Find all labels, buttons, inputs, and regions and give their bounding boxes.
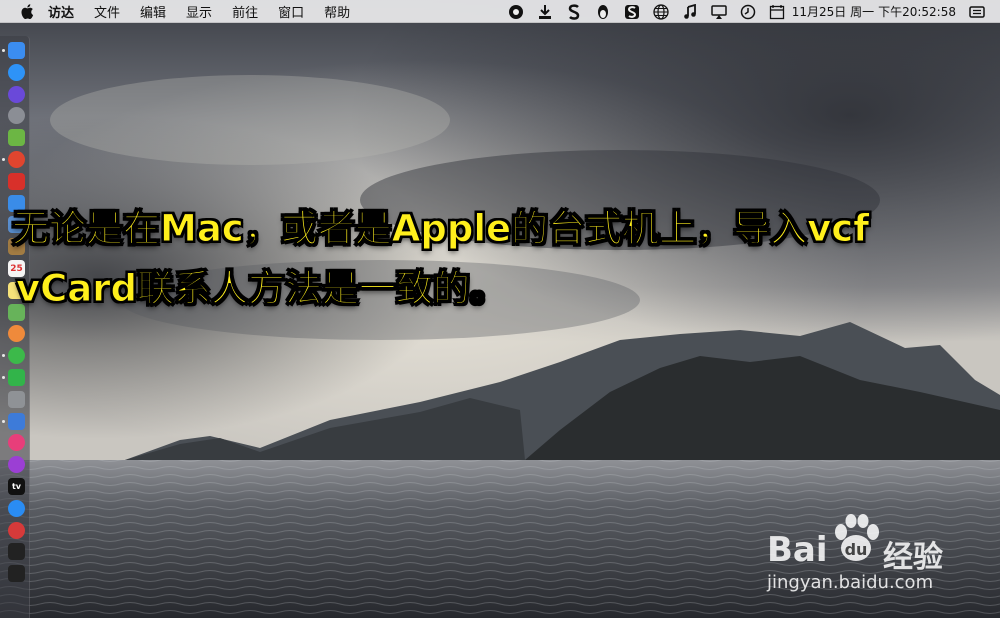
caption-line-1: 无论是在Mac，或者是Apple的台式机上，导入vcf: [11, 207, 870, 251]
podcasts-icon[interactable]: [8, 456, 25, 474]
running-indicator: [2, 354, 5, 358]
launchpad-rocket-icon[interactable]: [8, 107, 25, 125]
menu-app-finder[interactable]: 访达: [48, 2, 74, 21]
s-app-icon[interactable]: [565, 3, 583, 20]
menu-file[interactable]: 文件: [94, 2, 120, 21]
activity-monitor-icon[interactable]: [8, 565, 25, 583]
status-area: 11月25日 周一 下午20:52:58: [496, 0, 1000, 23]
safari-icon[interactable]: [8, 63, 25, 81]
itunes-icon[interactable]: [8, 434, 25, 452]
photos-icon[interactable]: [8, 325, 25, 343]
menubar-time[interactable]: 下午20:52:58: [878, 3, 956, 20]
clock-icon[interactable]: [739, 4, 757, 20]
menu-window[interactable]: 窗口: [278, 2, 304, 21]
qq-penguin-icon[interactable]: [594, 4, 612, 20]
terminal-icon[interactable]: [8, 543, 25, 561]
apple-logo-icon[interactable]: [20, 3, 34, 19]
menu-edit[interactable]: 编辑: [140, 2, 166, 21]
music-note-icon[interactable]: [681, 3, 699, 20]
running-indicator: [2, 419, 5, 423]
menu-bar: 访达 文件 编辑 显示 前往 窗口 帮助 11月25日 周一 下午20:52:5…: [0, 0, 1000, 23]
control-center-icon[interactable]: [968, 4, 986, 20]
menu-help[interactable]: 帮助: [324, 2, 350, 21]
menubar-date[interactable]: 11月25日 周一: [792, 3, 874, 20]
menu-view[interactable]: 显示: [186, 2, 212, 21]
red-app-icon[interactable]: [8, 172, 25, 190]
running-indicator: [2, 158, 5, 161]
calendar-icon[interactable]: [768, 4, 786, 20]
running-indicator: [2, 49, 5, 52]
watermark-brand-left: Bai: [767, 530, 828, 570]
apple-tv-icon[interactable]: tv: [8, 478, 25, 495]
screen-record-icon[interactable]: [507, 4, 525, 20]
vivaldi-icon[interactable]: [8, 521, 25, 539]
watermark-url: jingyan.baidu.com: [767, 572, 934, 593]
download-icon[interactable]: [536, 4, 554, 20]
running-indicator: [2, 376, 5, 379]
globe-icon[interactable]: [652, 3, 670, 20]
baidu-paw-icon: du: [835, 514, 879, 561]
menu-go[interactable]: 前往: [232, 2, 258, 21]
keynote-icon[interactable]: [8, 412, 25, 430]
system-preferences-icon[interactable]: [8, 390, 25, 408]
baidu-jingyan-watermark: Bai du 经验 jingyan.baidu.com: [765, 508, 965, 598]
siri-icon[interactable]: [8, 85, 25, 103]
watermark-brand-right: 经验: [883, 540, 943, 575]
sogou-s-icon[interactable]: [623, 4, 641, 20]
chrome-icon[interactable]: [8, 151, 25, 168]
app-store-icon[interactable]: [8, 499, 25, 517]
finder-icon[interactable]: [8, 42, 25, 59]
android-icon[interactable]: [8, 129, 25, 147]
wechat-icon[interactable]: [8, 369, 25, 386]
caption-line-2: vCard联系人方法是一致的。: [16, 267, 508, 311]
svg-text:du: du: [845, 540, 868, 559]
dock: 25 tv: [0, 36, 30, 618]
dock-tv-label: tv: [11, 482, 22, 491]
messages-icon[interactable]: [8, 347, 25, 365]
airplay-display-icon[interactable]: [710, 4, 728, 20]
